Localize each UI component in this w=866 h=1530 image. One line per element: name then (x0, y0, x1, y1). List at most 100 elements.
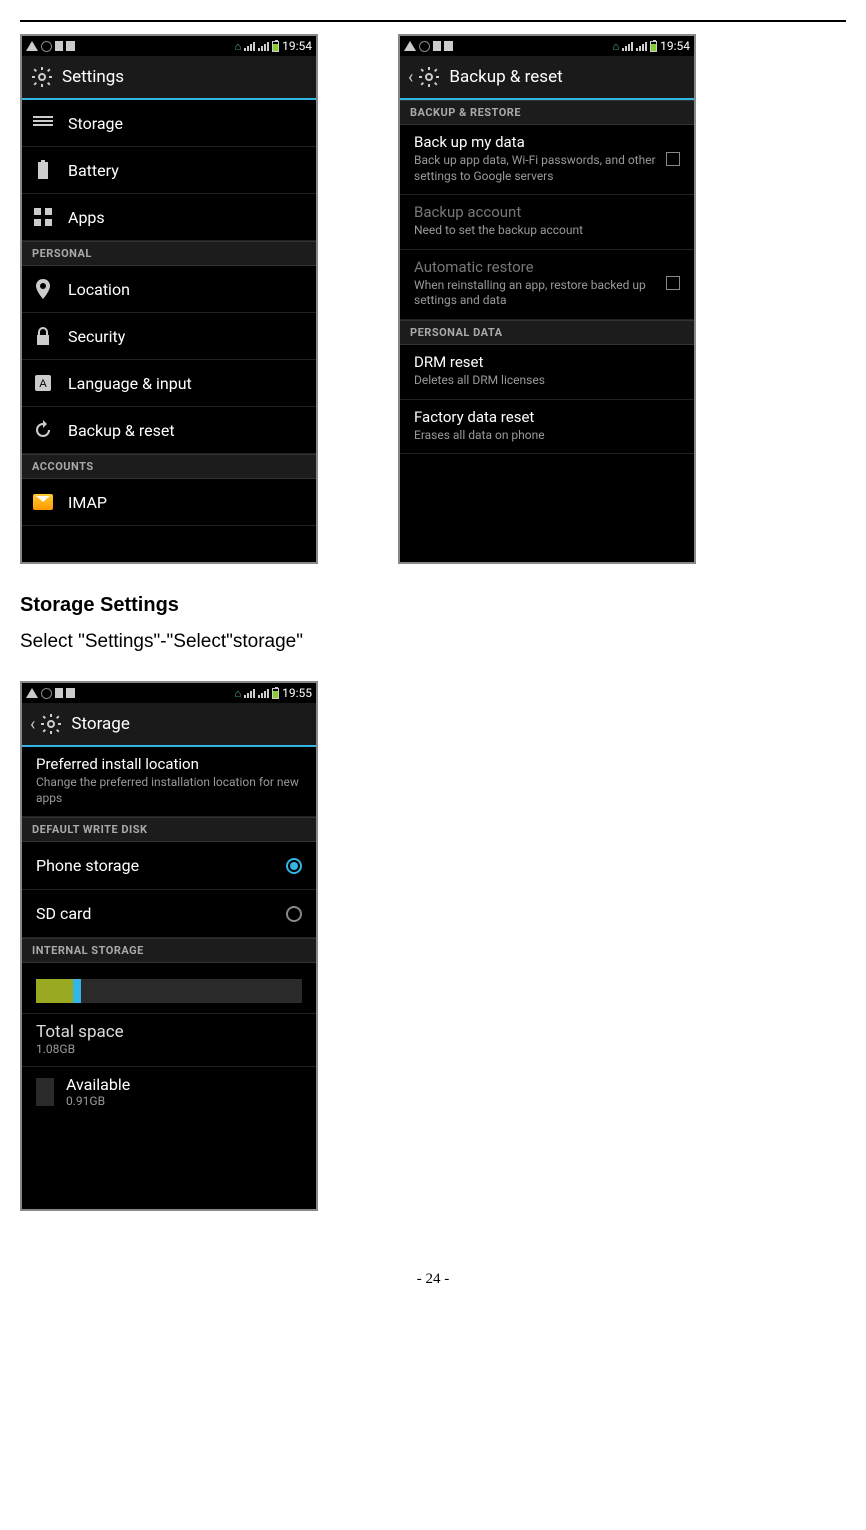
checkbox[interactable] (666, 276, 680, 290)
page-title: Storage (71, 714, 129, 734)
sync-icon (41, 41, 52, 52)
svg-text:A: A (39, 378, 47, 390)
warning-icon (404, 41, 416, 51)
item-title: Backup account (414, 203, 680, 221)
title-bar[interactable]: ‹ Storage (22, 703, 316, 747)
status-right: ⌂ 19:55 (234, 686, 312, 700)
item-label: Backup & reset (68, 421, 175, 440)
item-backup-reset[interactable]: Backup & reset (22, 407, 316, 454)
item-desc: Erases all data on phone (414, 428, 680, 444)
section-personal-data: PERSONAL DATA (400, 320, 694, 345)
item-total-space[interactable]: Total space 1.08GB (22, 1014, 316, 1067)
item-backup-account[interactable]: Backup account Need to set the backup ac… (400, 195, 694, 250)
sd-icon (66, 688, 75, 698)
status-bar: ⌂ 19:55 (22, 683, 316, 703)
location-icon (32, 278, 54, 300)
phone-settings: ⌂ 19:54 Settings Storage Battery Apps (20, 34, 318, 564)
item-imap[interactable]: IMAP (22, 479, 316, 526)
clock: 19:55 (282, 686, 312, 700)
item-apps[interactable]: Apps (22, 194, 316, 241)
item-title: Preferred install location (36, 755, 302, 773)
item-label: IMAP (68, 493, 107, 512)
settings-icon (417, 65, 441, 89)
item-factory-reset[interactable]: Factory data reset Erases all data on ph… (400, 400, 694, 455)
warning-icon (26, 41, 38, 51)
settings-icon (30, 65, 54, 89)
status-bar: ⌂ 19:54 (400, 36, 694, 56)
available-value: 0.91GB (66, 1094, 130, 1108)
status-left (26, 688, 75, 699)
phone-storage: ⌂ 19:55 ‹ Storage Preferred install loca… (20, 681, 318, 1211)
section-personal: PERSONAL (22, 241, 316, 266)
item-auto-restore[interactable]: Automatic restore When reinstalling an a… (400, 250, 694, 320)
signal-icon (622, 42, 633, 51)
storage-icon (32, 112, 54, 134)
signal-icon-2 (636, 42, 647, 51)
sd-icon (444, 41, 453, 51)
storage-list: Preferred install location Change the pr… (22, 747, 316, 1209)
item-backup-data[interactable]: Back up my data Back up app data, Wi-Fi … (400, 125, 694, 195)
section-internal-storage: INTERNAL STORAGE (22, 938, 316, 963)
item-label: Storage (68, 114, 123, 133)
radio-button[interactable] (286, 858, 302, 874)
title-bar[interactable]: ‹ Backup & reset (400, 56, 694, 100)
lock-icon (32, 325, 54, 347)
item-desc: Deletes all DRM licenses (414, 373, 680, 389)
total-label: Total space (36, 1022, 302, 1042)
status-right: ⌂ 19:54 (234, 39, 312, 53)
section-accounts: ACCOUNTS (22, 454, 316, 479)
status-left (26, 41, 75, 52)
item-title: Factory data reset (414, 408, 680, 426)
item-drm-reset[interactable]: DRM reset Deletes all DRM licenses (400, 345, 694, 400)
bluetooth-icon: ⌂ (234, 687, 241, 700)
radio-label: SD card (36, 904, 91, 923)
phone-backup: ⌂ 19:54 ‹ Backup & reset BACKUP & RESTOR… (398, 34, 696, 564)
signal-icon (244, 42, 255, 51)
sd-icon (66, 41, 75, 51)
battery-icon (32, 159, 54, 181)
item-label: Apps (68, 208, 105, 227)
item-title: DRM reset (414, 353, 680, 371)
usb-icon (433, 41, 441, 51)
back-icon[interactable]: ‹ (30, 714, 35, 735)
bluetooth-icon: ⌂ (234, 40, 241, 53)
item-desc: Need to set the backup account (414, 223, 680, 239)
clock: 19:54 (660, 39, 690, 53)
item-location[interactable]: Location (22, 266, 316, 313)
title-bar: Settings (22, 56, 316, 100)
radio-label: Phone storage (36, 856, 139, 875)
checkbox[interactable] (666, 152, 680, 166)
radio-sd-card[interactable]: SD card (22, 890, 316, 938)
warning-icon (26, 688, 38, 698)
usb-icon (55, 688, 63, 698)
doc-text: Select "Settings"-"Select"storage" (20, 631, 846, 653)
section-default-disk: DEFAULT WRITE DISK (22, 817, 316, 842)
status-right: ⌂ 19:54 (612, 39, 690, 53)
signal-icon-2 (258, 689, 269, 698)
status-bar: ⌂ 19:54 (22, 36, 316, 56)
signal-icon (244, 689, 255, 698)
item-language[interactable]: A Language & input (22, 360, 316, 407)
item-preferred-location[interactable]: Preferred install location Change the pr… (22, 747, 316, 817)
page-title: Backup & reset (449, 67, 562, 87)
doc-heading: Storage Settings (20, 594, 846, 617)
backup-list: BACKUP & RESTORE Back up my data Back up… (400, 100, 694, 562)
radio-phone-storage[interactable]: Phone storage (22, 842, 316, 890)
battery-icon (650, 41, 657, 52)
item-security[interactable]: Security (22, 313, 316, 360)
back-icon[interactable]: ‹ (408, 67, 413, 88)
item-desc: When reinstalling an app, restore backed… (414, 278, 656, 309)
page-title: Settings (62, 67, 124, 87)
item-available[interactable]: Available 0.91GB (22, 1067, 316, 1116)
storage-usage-bar (22, 963, 316, 1014)
clock: 19:54 (282, 39, 312, 53)
apps-icon (32, 206, 54, 228)
usage-segment-apps (36, 979, 73, 1003)
radio-button[interactable] (286, 906, 302, 922)
item-storage[interactable]: Storage (22, 100, 316, 147)
page-number: - 24 - (20, 1271, 846, 1288)
item-battery[interactable]: Battery (22, 147, 316, 194)
battery-icon (272, 688, 279, 699)
item-label: Security (68, 327, 125, 346)
settings-list: Storage Battery Apps PERSONAL Location S… (22, 100, 316, 562)
